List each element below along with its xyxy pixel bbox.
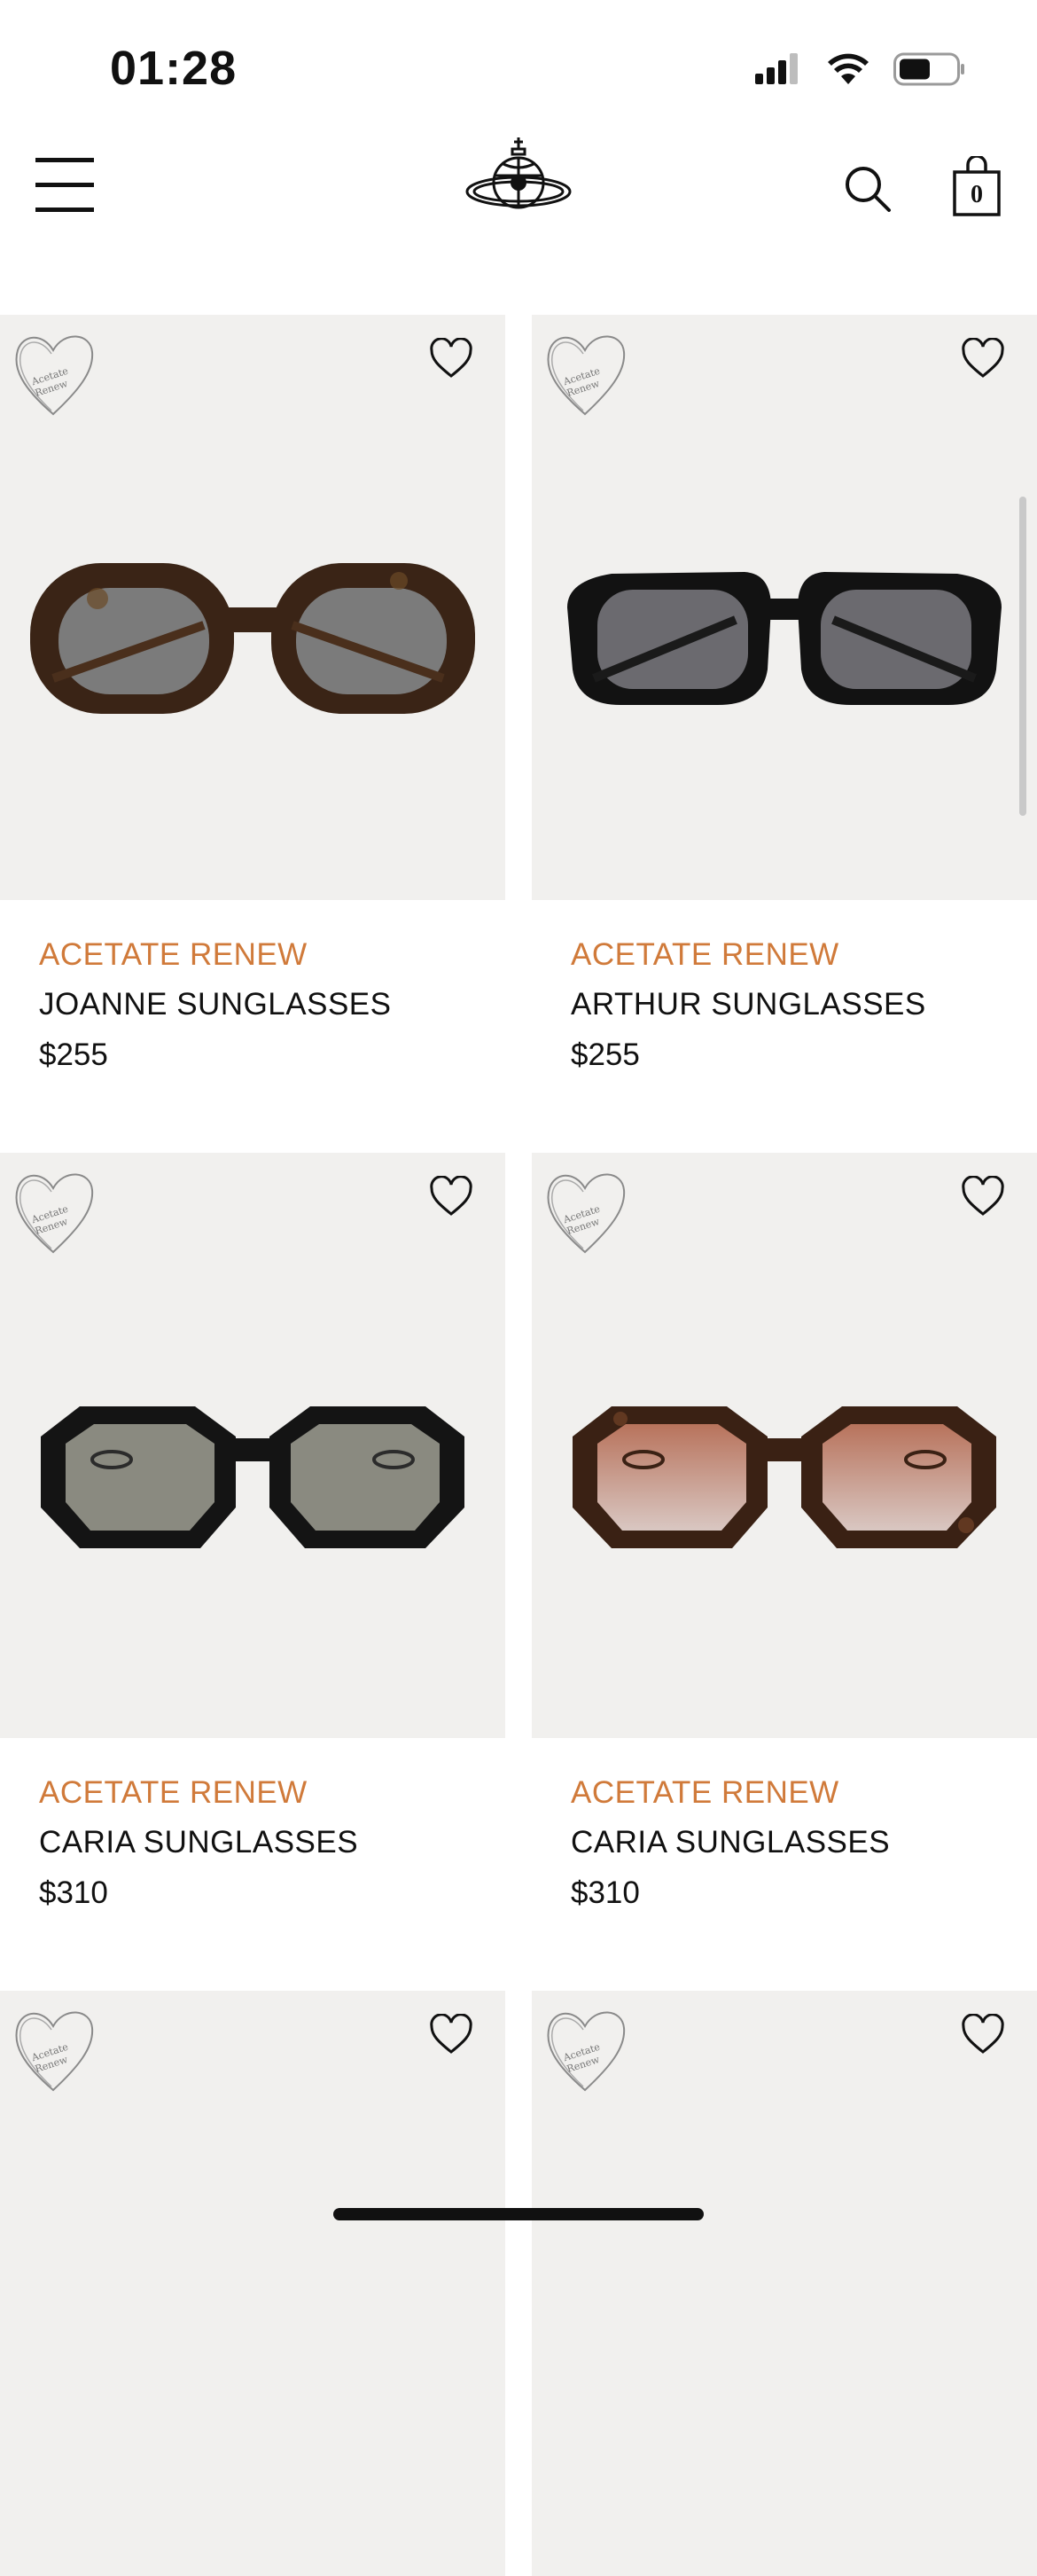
product-image[interactable]: Acetate Renew (0, 1153, 505, 1738)
wishlist-heart-icon[interactable] (429, 1176, 473, 1217)
product-image[interactable]: Acetate Renew (532, 315, 1037, 900)
product-name[interactable]: JOANNE SUNGLASSES (39, 980, 505, 1030)
product-name[interactable]: CARIA SUNGLASSES (39, 1818, 505, 1867)
status-time: 01:28 (110, 42, 238, 95)
product-collection: ACETATE RENEW (571, 937, 839, 972)
wishlist-heart-icon[interactable] (429, 338, 473, 379)
wishlist-heart-icon[interactable] (961, 2014, 1005, 2055)
scrollbar[interactable] (1019, 497, 1026, 816)
search-icon[interactable] (844, 165, 892, 213)
product-card[interactable]: Acetate Renew ACETATE RENEW ARTHUR SUNGL… (532, 315, 1037, 1081)
product-collection: ACETATE RENEW (39, 1775, 308, 1810)
product-price: $255 (39, 1037, 108, 1072)
orb-logo-icon[interactable] (463, 137, 574, 225)
wishlist-heart-icon[interactable] (961, 338, 1005, 379)
product-card[interactable]: Acetate Renew ACETATE RENEW JOANNE SUNGL… (0, 315, 505, 1081)
product-card[interactable]: Acetate Renew ACETATE RENEW CARIA SUNGLA… (0, 1153, 505, 1919)
site-header: 0 (0, 124, 1037, 257)
wishlist-heart-icon[interactable] (429, 2014, 473, 2055)
product-image[interactable]: Acetate Renew (532, 1991, 1037, 2576)
product-collection: ACETATE RENEW (571, 1775, 839, 1810)
wifi-icon (828, 53, 869, 84)
product-card[interactable]: Acetate Renew (532, 1153, 1037, 1919)
acetate-renew-heart-badge-icon: Acetate Renew (15, 335, 94, 416)
acetate-renew-heart-badge-icon: Acetate Renew (547, 2011, 626, 2092)
product-name[interactable]: ARTHUR SUNGLASSES (571, 980, 1037, 1030)
home-indicator[interactable] (333, 2208, 704, 2220)
product-card[interactable]: Acetate Renew (0, 1991, 505, 2576)
product-image[interactable]: Acetate Renew (532, 1153, 1037, 1738)
product-image[interactable]: Acetate Renew (0, 315, 505, 900)
acetate-renew-heart-badge-icon: Acetate Renew (547, 335, 626, 416)
wishlist-heart-icon[interactable] (961, 1176, 1005, 1217)
product-price: $255 (571, 1037, 640, 1072)
status-icons (753, 50, 966, 89)
bag-count: 0 (971, 181, 983, 208)
shopping-bag-button[interactable]: 0 (952, 154, 1002, 218)
product-name[interactable]: CARIA SUNGLASSES (571, 1818, 1037, 1867)
battery-icon (893, 52, 964, 86)
product-collection: ACETATE RENEW (39, 937, 308, 972)
product-image[interactable]: Acetate Renew (0, 1991, 505, 2576)
product-price: $310 (39, 1875, 108, 1910)
acetate-renew-heart-badge-icon: Acetate Renew (15, 2011, 94, 2092)
acetate-renew-heart-badge-icon: Acetate Renew (15, 1173, 94, 1254)
product-price: $310 (571, 1875, 640, 1910)
sunglasses-image (567, 572, 1002, 705)
acetate-renew-heart-badge-icon: Acetate Renew (547, 1173, 626, 1254)
cellular-signal-icon (755, 53, 798, 84)
sunglasses-image (30, 563, 475, 714)
menu-icon[interactable] (35, 158, 94, 213)
status-bar: 01:28 (0, 0, 1037, 124)
sunglasses-image (573, 1406, 996, 1548)
product-card[interactable]: Acetate Renew (532, 1991, 1037, 2576)
sunglasses-image (41, 1406, 464, 1548)
